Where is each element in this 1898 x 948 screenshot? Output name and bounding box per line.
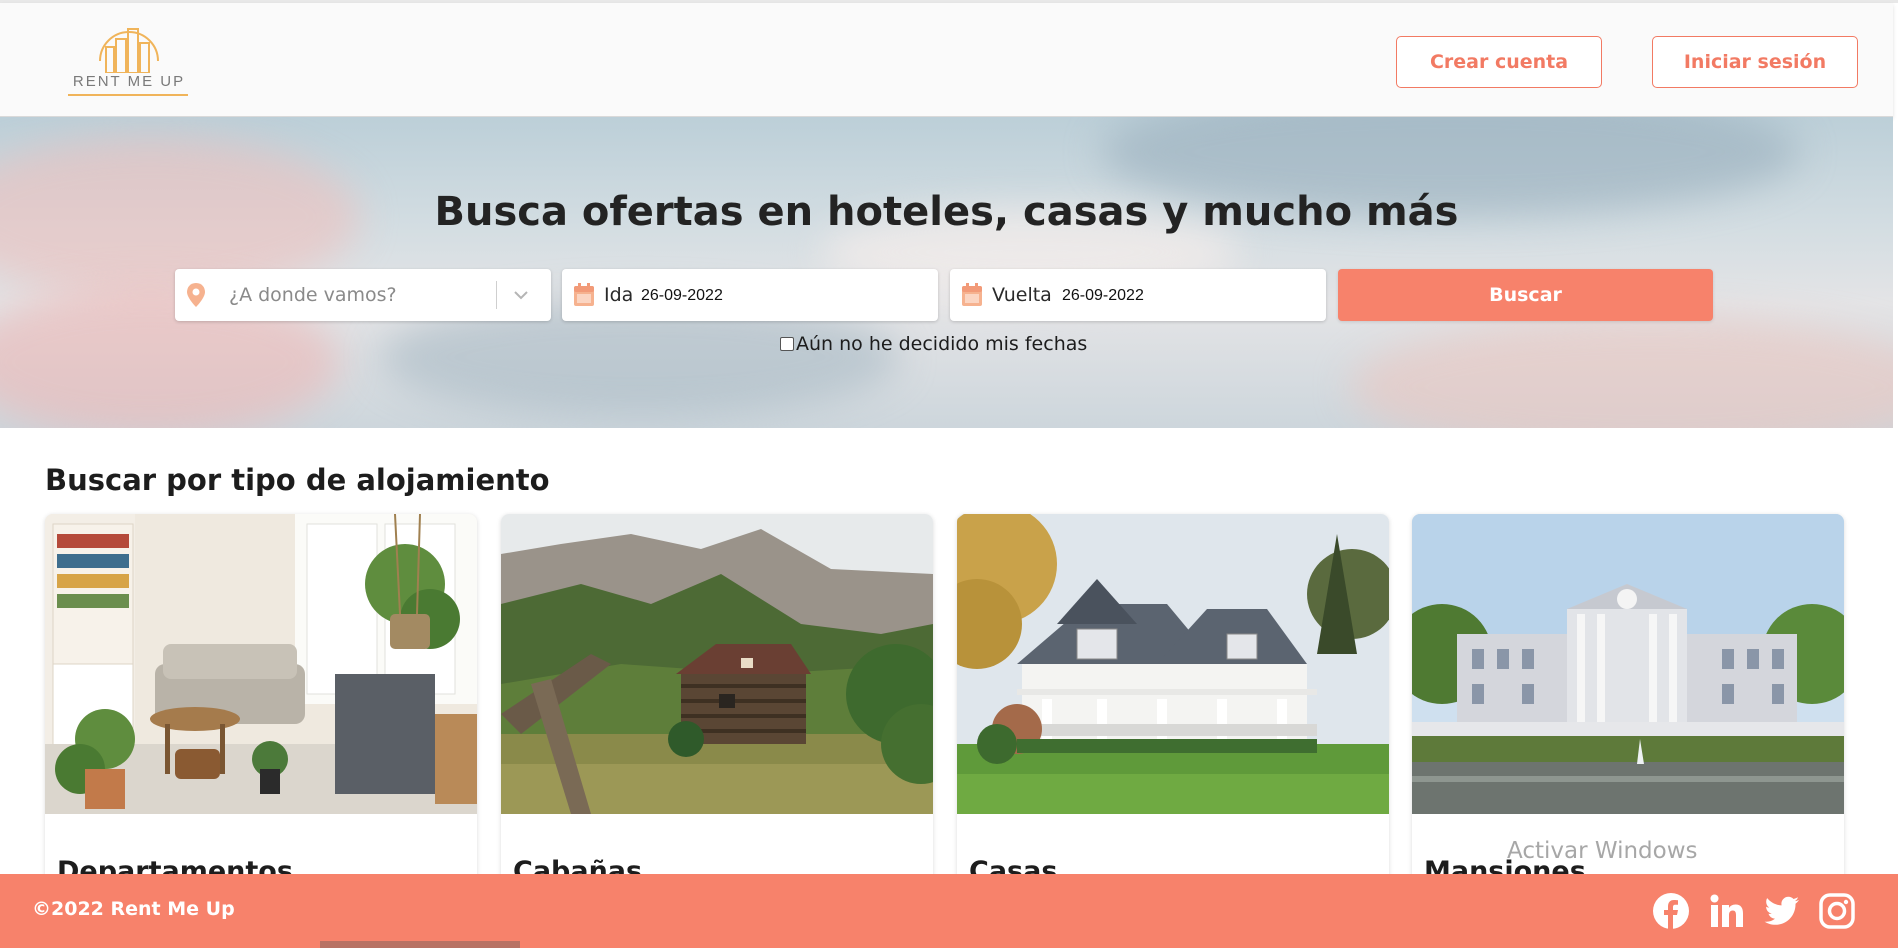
cabin-photo — [501, 514, 933, 814]
login-button[interactable]: Iniciar sesión — [1652, 36, 1858, 88]
destination-placeholder: ¿A donde vamos? — [229, 284, 397, 306]
return-date-field[interactable]: Vuelta 26-09-2022 — [950, 269, 1326, 321]
windows-activation-watermark: Activar Windows — [1507, 838, 1698, 864]
brand-logo[interactable]: RENT ME UP — [68, 21, 190, 99]
house-photo — [957, 514, 1389, 814]
return-date-input[interactable]: 26-09-2022 — [1062, 287, 1144, 305]
logo-buildings-icon — [99, 28, 159, 73]
departure-date-input[interactable]: 26-09-2022 — [641, 287, 723, 305]
location-pin-icon — [187, 283, 205, 307]
mansion-photo — [1412, 514, 1844, 814]
create-account-button[interactable]: Crear cuenta — [1396, 36, 1602, 88]
hero-search: Busca ofertas en hoteles, casas y mucho … — [0, 117, 1893, 428]
departure-label: Ida — [604, 284, 634, 306]
undecided-dates-checkbox[interactable]: Aún no he decidido mis fechas — [780, 333, 1087, 355]
site-footer: ©2022 Rent Me Up — [0, 874, 1898, 948]
calendar-icon — [574, 283, 594, 306]
undecided-dates-label: Aún no he decidido mis fechas — [796, 333, 1088, 355]
chevron-down-icon[interactable] — [511, 285, 531, 305]
hero-title: Busca ofertas en hoteles, casas y mucho … — [434, 189, 1459, 235]
calendar-icon — [962, 283, 982, 306]
page: RENT ME UP Crear cuenta Iniciar sesión B… — [0, 0, 1898, 948]
select-separator — [496, 281, 497, 309]
taskbar-strip — [320, 941, 520, 948]
facebook-icon[interactable] — [1652, 892, 1690, 930]
logo-text: RENT ME UP — [72, 73, 186, 90]
linkedin-icon[interactable] — [1708, 892, 1746, 930]
instagram-icon[interactable] — [1818, 892, 1856, 930]
logo-underline — [68, 94, 188, 96]
departure-date-field[interactable]: Ida 26-09-2022 — [562, 269, 938, 321]
apartment-photo — [45, 514, 477, 814]
copyright-text: ©2022 Rent Me Up — [32, 898, 235, 920]
search-button[interactable]: Buscar — [1338, 269, 1713, 321]
twitter-icon[interactable] — [1763, 892, 1801, 930]
destination-select[interactable]: ¿A donde vamos? — [175, 269, 551, 321]
checkbox-box[interactable] — [780, 337, 794, 351]
hero-background-cloud — [1350, 317, 1893, 428]
section-title: Buscar por tipo de alojamiento — [45, 463, 550, 497]
site-header: RENT ME UP Crear cuenta Iniciar sesión — [0, 3, 1893, 117]
return-label: Vuelta — [992, 284, 1052, 306]
